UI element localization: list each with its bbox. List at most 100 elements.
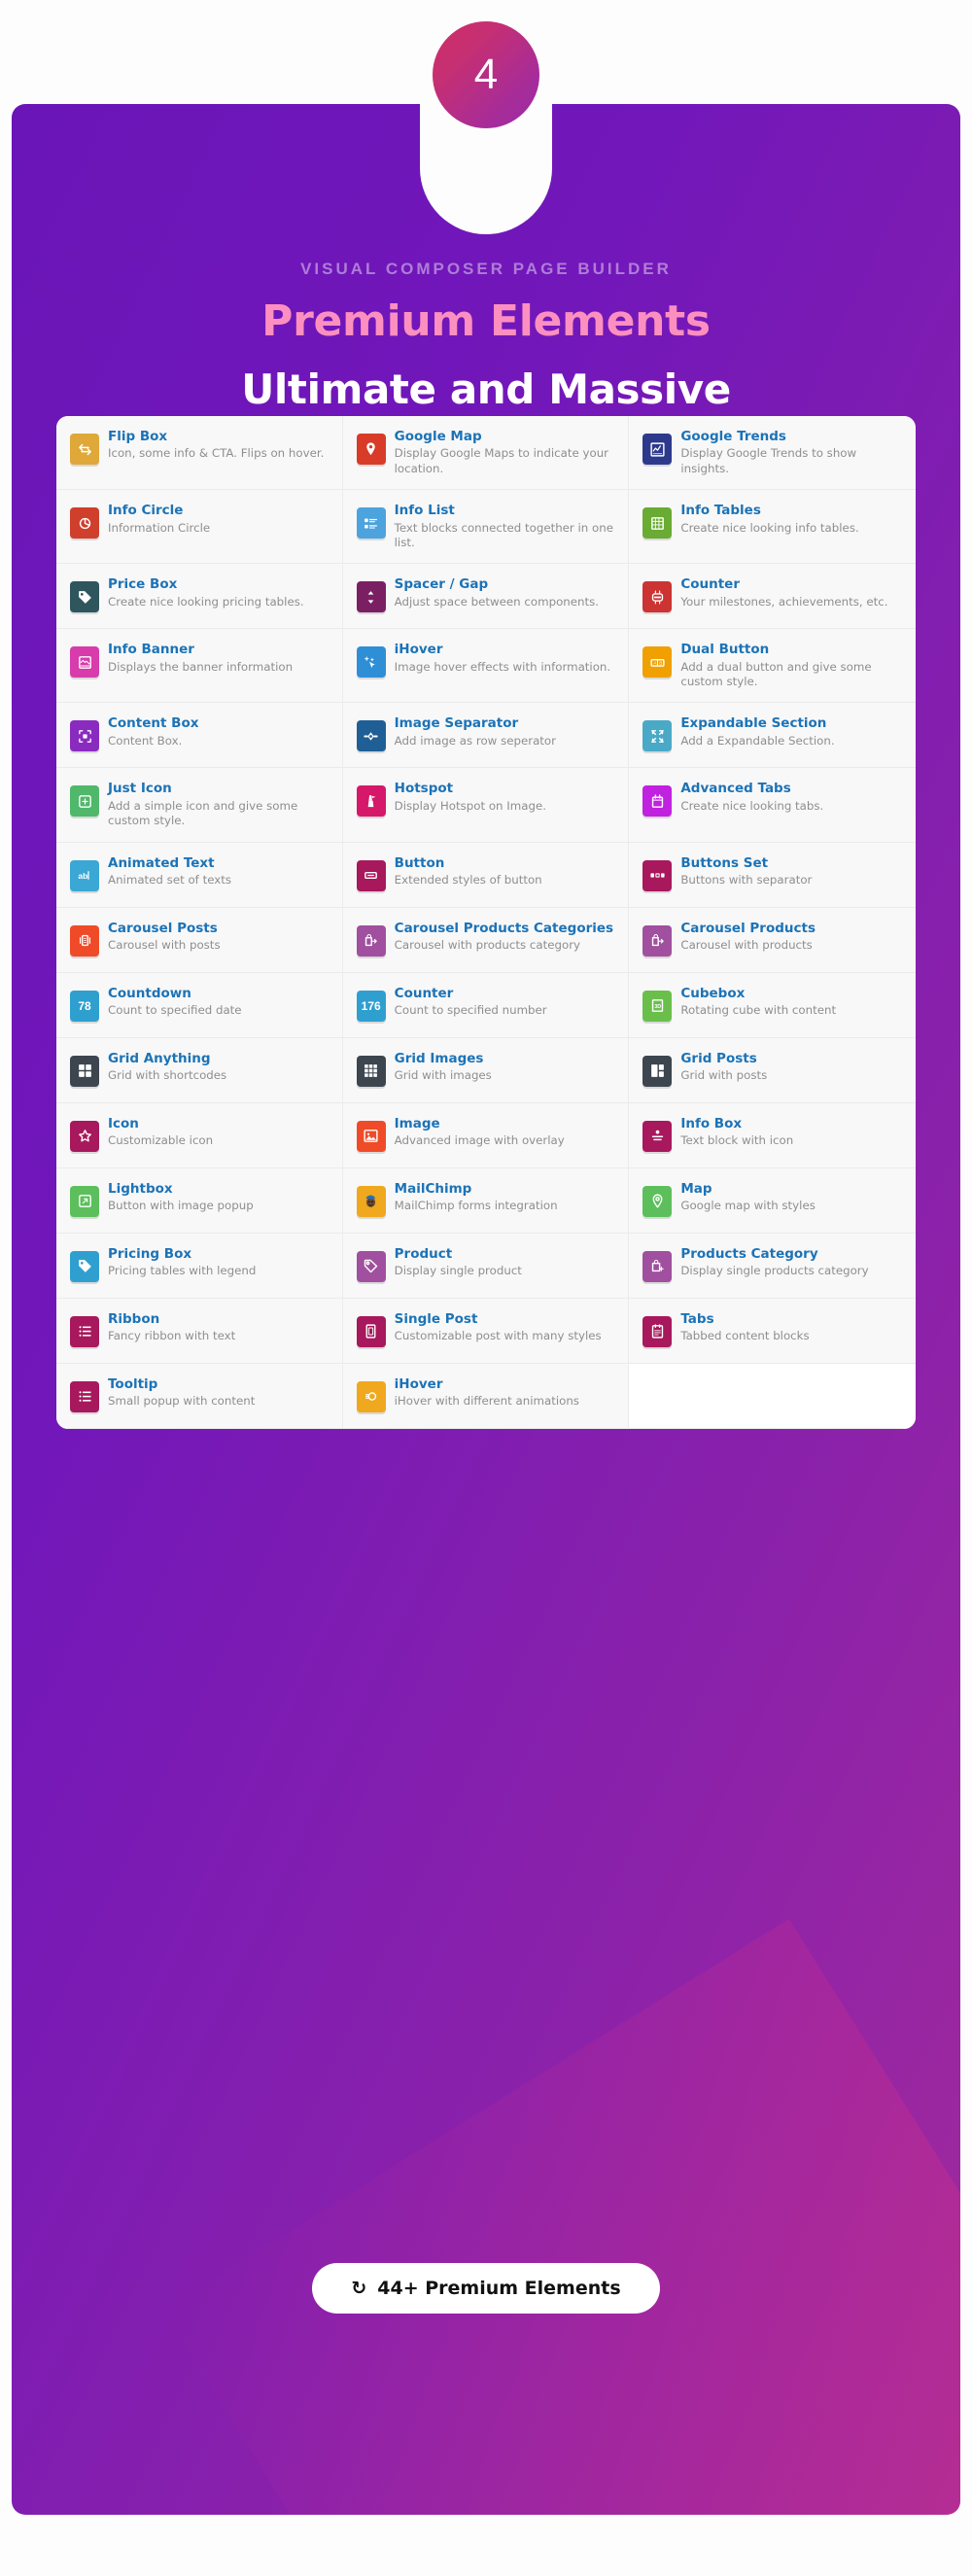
element-card[interactable]: Info Box Text block with icon bbox=[629, 1102, 916, 1168]
element-text: Tooltip Small popup with content bbox=[108, 1376, 255, 1410]
element-title: Info Box bbox=[680, 1115, 743, 1131]
element-card[interactable]: Grid Posts Grid with posts bbox=[629, 1037, 916, 1103]
element-card[interactable]: Pricing Box Pricing tables with legend bbox=[56, 1233, 343, 1299]
step-number: 4 bbox=[473, 51, 499, 98]
element-title: Carousel Products Categories bbox=[394, 920, 614, 936]
element-card[interactable]: Tooltip Small popup with content bbox=[56, 1363, 343, 1429]
element-card[interactable]: Just Icon Add a simple icon and give some… bbox=[56, 768, 343, 843]
element-card[interactable]: iHover iHover with different animations bbox=[342, 1363, 630, 1429]
element-title: Map bbox=[680, 1180, 712, 1197]
element-text: Info Banner Displays the banner informati… bbox=[108, 642, 293, 675]
element-card[interactable]: Map Google map with styles bbox=[629, 1167, 916, 1234]
element-text: Info Circle Information Circle bbox=[108, 503, 210, 536]
element-description: Grid with posts bbox=[680, 1067, 768, 1082]
element-card[interactable]: Spacer / Gap Adjust space between compone… bbox=[342, 564, 630, 630]
premium-elements-button[interactable]: ↻ 44+ Premium Elements bbox=[312, 2263, 660, 2314]
element-title: Spacer / Gap bbox=[394, 576, 489, 593]
element-title: Grid Posts bbox=[680, 1050, 757, 1066]
element-card[interactable]: Carousel Posts Carousel with posts bbox=[56, 907, 343, 973]
element-title: Product bbox=[394, 1245, 453, 1262]
svg-text:B: B bbox=[659, 660, 662, 665]
element-card[interactable]: Carousel Products Categories Carousel wit… bbox=[342, 907, 630, 973]
element-title: Button bbox=[394, 854, 445, 871]
element-description: Fancy ribbon with text bbox=[108, 1328, 236, 1342]
element-description: Your milestones, achievements, etc. bbox=[680, 594, 888, 609]
element-card[interactable]: Button Extended styles of button bbox=[342, 842, 630, 908]
element-text: Lightbox Button with image popup bbox=[108, 1181, 254, 1214]
element-card[interactable]: Hotspot Display Hotspot on Image. bbox=[342, 768, 630, 843]
element-text: Carousel Products Categories Carousel wit… bbox=[395, 921, 613, 954]
element-card[interactable]: iHover Image hover effects with informati… bbox=[342, 629, 630, 704]
element-description: Count to specified date bbox=[108, 1002, 242, 1017]
element-title: Carousel Posts bbox=[108, 920, 218, 936]
element-title: Advanced Tabs bbox=[680, 781, 791, 797]
element-card[interactable]: 176 Counter Count to specified number bbox=[342, 972, 630, 1038]
element-description: Add a Expandable Section. bbox=[680, 733, 835, 748]
element-title: Lightbox bbox=[108, 1180, 173, 1197]
element-card[interactable]: Buttons Set Buttons with separator bbox=[629, 842, 916, 908]
element-card[interactable]: Counter Your milestones, achievements, et… bbox=[629, 564, 916, 630]
element-card[interactable]: Icon Customizable icon bbox=[56, 1102, 343, 1168]
element-card[interactable]: Ribbon Fancy ribbon with text bbox=[56, 1298, 343, 1364]
element-title: Google Trends bbox=[680, 429, 786, 444]
element-description: Displays the banner information bbox=[108, 659, 294, 674]
element-description: Advanced image with overlay bbox=[394, 1132, 565, 1147]
element-text: iHover iHover with different animations bbox=[395, 1376, 579, 1410]
carousel-posts-icon bbox=[70, 924, 99, 957]
element-card[interactable]: Flip Box Icon, some info & CTA. Flips on … bbox=[56, 416, 343, 491]
element-title: Grid Anything bbox=[108, 1050, 211, 1066]
element-title: Products Category bbox=[680, 1245, 818, 1262]
ribbon-list-icon bbox=[70, 1315, 99, 1347]
element-card[interactable]: ab Animated Text Animated set of texts bbox=[56, 842, 343, 908]
headline-line-1: Ultimate and Massive bbox=[241, 366, 731, 413]
hotspot-icon bbox=[356, 785, 386, 818]
info-circle-icon bbox=[70, 507, 99, 540]
element-description: Display single products category bbox=[680, 1263, 869, 1277]
element-card[interactable]: Image Advanced image with overlay bbox=[342, 1102, 630, 1168]
element-card[interactable]: Grid Anything Grid with shortcodes bbox=[56, 1037, 343, 1103]
flip-arrows-icon bbox=[70, 434, 99, 465]
element-card[interactable]: Info Circle Information Circle bbox=[56, 490, 343, 565]
element-card[interactable]: 3D Cubebox Rotating cube with content bbox=[629, 972, 916, 1038]
hero-panel: VISUAL COMPOSER PAGE BUILDER Premium Ele… bbox=[12, 104, 960, 2515]
element-card[interactable]: Google Trends Display Google Trends to sh… bbox=[629, 416, 916, 491]
element-card[interactable]: Content Box Content Box. bbox=[56, 703, 343, 769]
button-icon bbox=[356, 859, 386, 891]
element-text: Carousel Posts Carousel with posts bbox=[108, 921, 221, 954]
element-card[interactable]: Product Display single product bbox=[342, 1233, 630, 1299]
element-text: Map Google map with styles bbox=[680, 1181, 816, 1214]
element-card[interactable]: Expandable Section Add a Expandable Secti… bbox=[629, 703, 916, 769]
element-card[interactable]: Tabs Tabbed content blocks bbox=[629, 1298, 916, 1364]
element-description: Carousel with products category bbox=[394, 937, 581, 952]
element-card[interactable]: Carousel Products Carousel with products bbox=[629, 907, 916, 973]
element-card[interactable]: Google Map Display Google Maps to indicat… bbox=[342, 416, 630, 491]
element-description: iHover with different animations bbox=[394, 1393, 579, 1408]
element-card[interactable]: Info Banner Displays the banner informati… bbox=[56, 629, 343, 704]
element-text: Grid Posts Grid with posts bbox=[680, 1051, 767, 1084]
trend-chart-icon bbox=[642, 434, 673, 465]
element-text: Hotspot Display Hotspot on Image. bbox=[395, 781, 546, 814]
element-card[interactable]: Grid Images Grid with images bbox=[342, 1037, 630, 1103]
element-description: Text block with icon bbox=[680, 1132, 794, 1147]
element-card[interactable]: Lightbox Button with image popup bbox=[56, 1167, 343, 1234]
element-card[interactable]: 78 Countdown Count to specified date bbox=[56, 972, 343, 1038]
element-card[interactable]: Products Category Display single products… bbox=[629, 1233, 916, 1299]
element-card[interactable]: Single Post Customizable post with many s… bbox=[342, 1298, 630, 1364]
element-card[interactable]: Image Separator Add image as row seperato… bbox=[342, 703, 630, 769]
element-card[interactable]: MailChimp MailChimp forms integration bbox=[342, 1167, 630, 1234]
element-description: Information Circle bbox=[108, 520, 211, 535]
element-text: Pricing Box Pricing tables with legend bbox=[108, 1246, 256, 1279]
element-card[interactable]: Info List Text blocks connected together … bbox=[342, 490, 630, 565]
element-card[interactable]: A B Dual Button Add a dual button and give … bbox=[629, 629, 916, 704]
element-card[interactable]: Price Box Create nice looking pricing tab… bbox=[56, 564, 343, 630]
element-card[interactable]: Advanced Tabs Create nice looking tabs. bbox=[629, 768, 916, 843]
element-title: Flip Box bbox=[108, 429, 168, 444]
element-title: Just Icon bbox=[108, 781, 172, 797]
element-title: Single Post bbox=[394, 1310, 478, 1327]
element-description: Display single product bbox=[394, 1263, 522, 1277]
element-description: Animated set of texts bbox=[108, 872, 231, 887]
element-text: Countdown Count to specified date bbox=[108, 986, 242, 1019]
element-card[interactable]: Info Tables Create nice looking info tabl… bbox=[629, 490, 916, 565]
icon-number: 176 bbox=[361, 998, 381, 1013]
separator-icon bbox=[356, 720, 386, 752]
